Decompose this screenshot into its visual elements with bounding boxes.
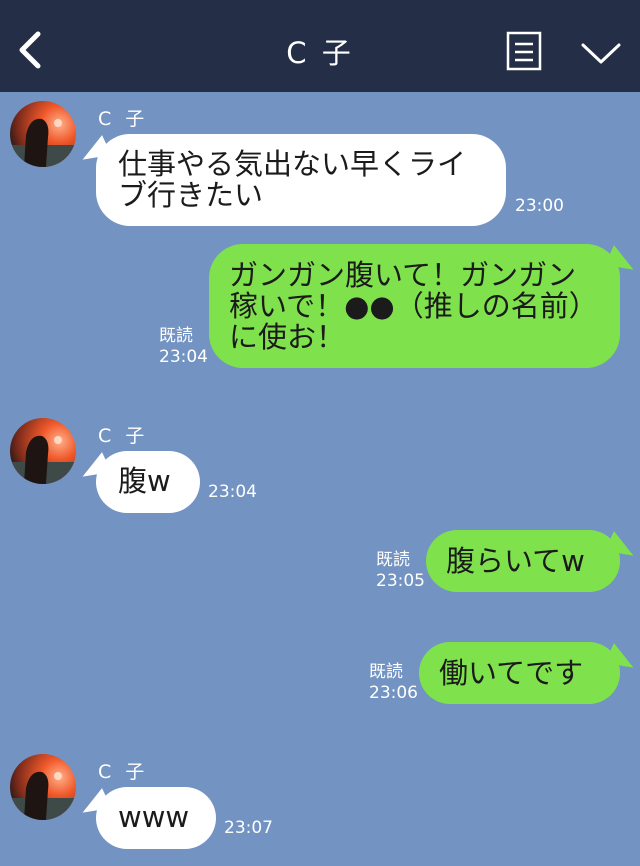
avatar[interactable] — [10, 101, 76, 167]
message-text: 働いてです — [439, 656, 584, 690]
message-text: ガンガン腹いて！ガンガン稼いで！●●（推しの名前）に使お！ — [229, 258, 598, 354]
read-label: 既読 — [159, 326, 193, 346]
read-label: 既読 — [369, 662, 403, 682]
chat-header: C 子 — [0, 0, 640, 92]
message-text: 腹w — [118, 464, 171, 498]
message-time: 23:04 — [159, 347, 208, 367]
chat-title: C 子 — [286, 36, 354, 70]
message-time: 23:04 — [208, 482, 257, 502]
sender-name: C 子 — [98, 761, 149, 783]
sender-name: C 子 — [98, 108, 149, 130]
message-bubble-incoming[interactable]: www — [96, 787, 216, 849]
message-time: 23:06 — [369, 683, 418, 703]
message-bubble-incoming[interactable]: 仕事やる気出ない早くライブ行きたい — [96, 134, 506, 226]
message-bubble-outgoing[interactable]: ガンガン腹いて！ガンガン稼いで！●●（推しの名前）に使お！ — [209, 244, 620, 368]
message-bubble-outgoing[interactable]: 腹らいてw — [426, 530, 620, 592]
message-bubble-incoming[interactable]: 腹w — [96, 451, 200, 513]
read-receipt: 既読 23:06 — [369, 662, 418, 704]
message-text: www — [118, 800, 190, 834]
avatar[interactable] — [10, 754, 76, 820]
message-bubble-outgoing[interactable]: 働いてです — [419, 642, 620, 704]
sender-name: C 子 — [98, 425, 149, 447]
message-time: 23:07 — [224, 818, 273, 838]
message-time: 23:00 — [515, 196, 564, 216]
chevron-down-icon[interactable] — [580, 40, 622, 66]
document-menu-icon[interactable] — [506, 31, 542, 71]
message-text: 腹らいてw — [446, 544, 585, 578]
read-receipt: 既読 23:05 — [376, 550, 425, 592]
read-label: 既読 — [376, 550, 410, 570]
message-time: 23:05 — [376, 571, 425, 591]
read-receipt: 既読 23:04 — [159, 326, 208, 368]
avatar[interactable] — [10, 418, 76, 484]
message-text: 仕事やる気出ない早くライブ行きたい — [118, 147, 467, 212]
